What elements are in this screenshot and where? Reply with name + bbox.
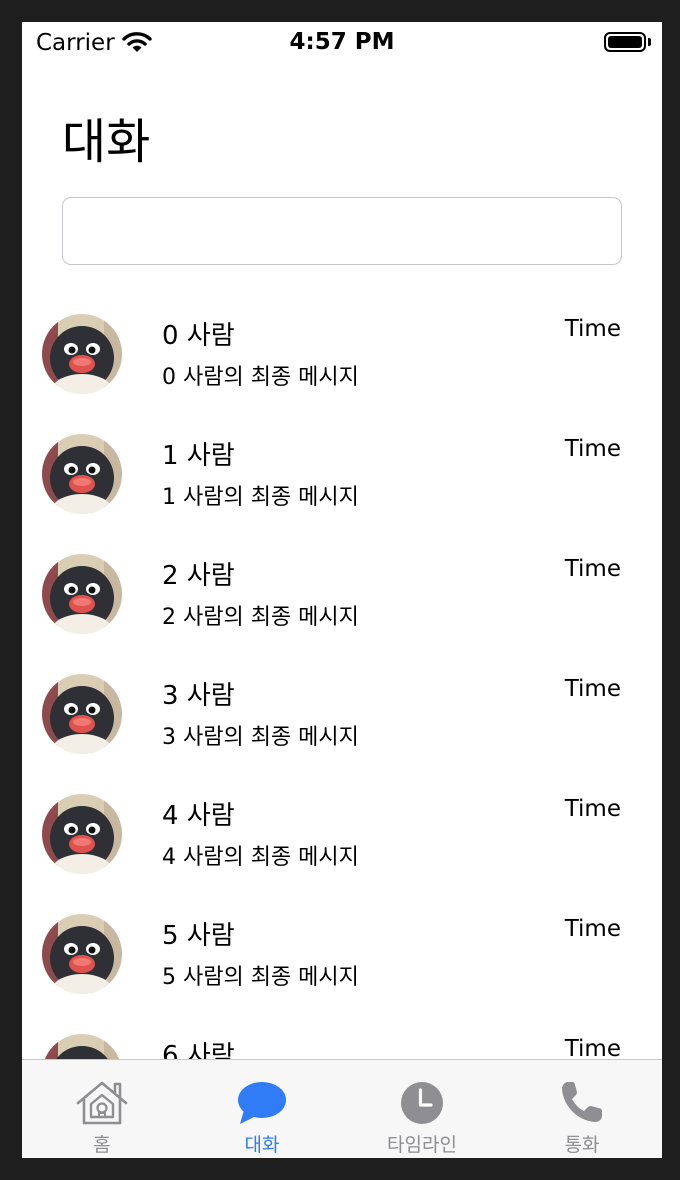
chat-last-message: 3 사람의 최종 메시지 [162,725,359,750]
chat-row[interactable]: 0 사람 0 사람의 최종 메시지 Time [22,295,662,415]
battery-tip [648,38,651,46]
chat-time: Time [564,1036,621,1059]
chat-time: Time [564,316,621,342]
chat-time: Time [564,676,621,702]
phone-screen: Carrier 4:57 PM 대화 0 사람 0 사람의 최종 메시지 Tim… [22,22,662,1158]
chat-row[interactable]: 1 사람 1 사람의 최종 메시지 Time [22,415,662,535]
chat-name: 1 사람 [162,441,235,471]
tab-timeline[interactable]: 타임라인 [342,1060,502,1158]
chat-name: 4 사람 [162,801,235,831]
chat-list[interactable]: 0 사람 0 사람의 최종 메시지 Time 1 사람 1 사람의 최종 메시지… [22,295,662,1059]
home-icon [75,1080,129,1130]
chat-last-message: 5 사람의 최종 메시지 [162,965,359,990]
avatar [42,674,122,754]
chat-last-message: 4 사람의 최종 메시지 [162,845,359,870]
chat-bubble-icon [236,1080,288,1130]
tab-call[interactable]: 통화 [502,1060,662,1158]
phone-icon [560,1080,604,1128]
tab-label-home: 홈 [93,1134,111,1156]
tab-label-call: 통화 [564,1134,600,1156]
chat-name: 0 사람 [162,321,235,351]
chat-name: 6 사람 [162,1041,235,1059]
chat-time: Time [564,556,621,582]
chat-time: Time [564,916,621,942]
avatar [42,794,122,874]
tab-label-timeline: 타임라인 [387,1134,457,1156]
search-input[interactable] [62,197,622,265]
chat-last-message: 0 사람의 최종 메시지 [162,365,359,390]
avatar [42,554,122,634]
avatar [42,914,122,994]
chat-last-message: 2 사람의 최종 메시지 [162,605,359,630]
chat-name: 5 사람 [162,921,235,951]
chat-row[interactable]: 6 사람 6 사람의 최종 메시지 Time [22,1015,662,1059]
chat-row[interactable]: 4 사람 4 사람의 최종 메시지 Time [22,775,662,895]
chat-row[interactable]: 3 사람 3 사람의 최종 메시지 Time [22,655,662,775]
chat-name: 2 사람 [162,561,235,591]
chat-time: Time [564,436,621,462]
avatar [42,434,122,514]
tab-bar: 홈 대화 타임라인 통화 [22,1059,662,1158]
chat-row[interactable]: 2 사람 2 사람의 최종 메시지 Time [22,535,662,655]
clock-icon [399,1080,445,1130]
avatar [42,1034,122,1059]
chat-last-message: 1 사람의 최종 메시지 [162,485,359,510]
chat-name: 3 사람 [162,681,235,711]
avatar [42,314,122,394]
status-bar: Carrier 4:57 PM [22,22,662,66]
battery-icon [604,32,646,52]
tab-label-chat: 대화 [244,1134,280,1156]
page-title: 대화 [62,114,151,170]
tab-home[interactable]: 홈 [22,1060,182,1158]
tab-chat[interactable]: 대화 [182,1060,342,1158]
chat-time: Time [564,796,621,822]
status-time: 4:57 PM [289,29,395,55]
chat-row[interactable]: 5 사람 5 사람의 최종 메시지 Time [22,895,662,1015]
